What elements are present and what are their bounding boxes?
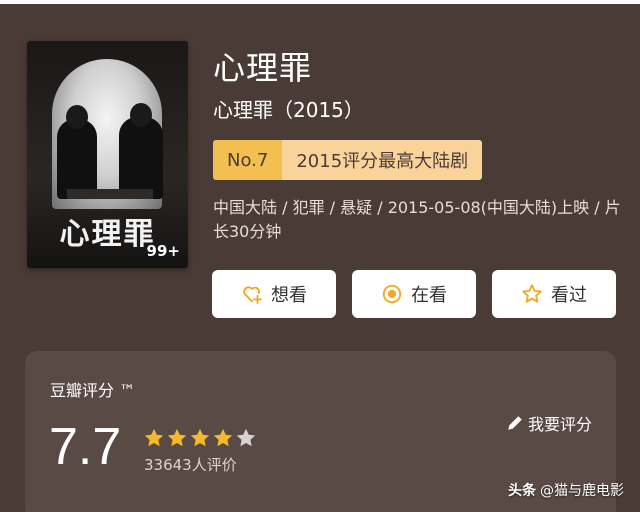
ranking-text: 2015评分最高大陆剧 — [282, 140, 483, 180]
watermark-account: @猫与鹿电影 — [540, 483, 624, 499]
star-outline-icon — [522, 284, 542, 303]
movie-subtitle: 心理罪（2015） — [213, 98, 364, 122]
watching-button[interactable]: 在看 — [352, 270, 476, 318]
rating-vote-count[interactable]: 33643人评价 — [144, 454, 237, 475]
pencil-icon — [508, 416, 522, 430]
want-to-watch-label: 想看 — [271, 285, 307, 306]
rating-stars — [143, 427, 257, 449]
movie-poster[interactable]: 心理罪 99+ — [27, 41, 188, 268]
rate-this-button[interactable]: 我要评分 — [506, 411, 592, 435]
watching-label: 在看 — [411, 285, 447, 306]
movie-meta-info: 中国大陆 / 犯罪 / 悬疑 / 2015-05-08(中国大陆)上映 / 片长… — [213, 198, 621, 241]
ranking-badge[interactable]: No.7 2015评分最高大陆剧 — [213, 140, 483, 180]
target-circle-icon — [382, 284, 402, 304]
star-filled-icon — [167, 428, 187, 447]
star-filled-icon — [213, 428, 233, 447]
want-to-watch-button[interactable]: 想看 — [212, 270, 336, 318]
watched-label: 看过 — [551, 285, 587, 306]
poster-figure-left — [57, 105, 97, 199]
ranking-number: No.7 — [213, 140, 283, 180]
poster-figure-right — [119, 103, 163, 199]
star-empty-icon — [236, 428, 256, 447]
heart-plus-icon — [243, 286, 263, 305]
star-filled-icon — [190, 428, 210, 447]
poster-table — [67, 189, 153, 199]
star-filled-icon — [144, 428, 164, 447]
rate-this-label: 我要评分 — [527, 415, 592, 434]
top-divider — [0, 0, 640, 4]
page-title: 心理罪 — [213, 49, 313, 87]
watched-button[interactable]: 看过 — [492, 270, 616, 318]
watermark-brand: 头条 — [508, 483, 536, 499]
poster-photo-count-badge[interactable]: 99+ — [147, 242, 180, 260]
rating-score: 7.7 — [49, 418, 122, 476]
watermark: 头条 @猫与鹿电影 — [508, 480, 624, 500]
douban-rating-label: 豆瓣评分 ™ — [50, 381, 136, 400]
